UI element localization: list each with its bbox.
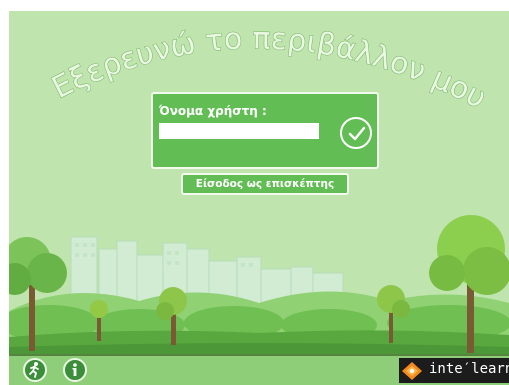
intelearn-logo: inte′learn: [399, 358, 509, 383]
running-person-icon: [29, 362, 39, 378]
app-frame: Εξερευνώ το περιβάλλον μου Όνομα χρήστη …: [9, 11, 509, 385]
exit-button[interactable]: [23, 358, 47, 382]
username-label: Όνομα χρήστη :: [159, 104, 267, 118]
confirm-login-button[interactable]: [340, 117, 372, 149]
intelearn-logo-icon: [402, 362, 422, 380]
info-button[interactable]: [63, 358, 87, 382]
username-input[interactable]: [159, 123, 319, 139]
info-icon: [72, 363, 77, 376]
checkmark-icon: [348, 126, 366, 141]
brand-text: inte′learn: [429, 361, 509, 377]
footer-bar: inte′learn: [9, 356, 509, 385]
login-panel: Όνομα χρήστη :: [151, 92, 379, 169]
guest-login-button[interactable]: Είσοδος ως επισκέπτης: [181, 173, 349, 195]
